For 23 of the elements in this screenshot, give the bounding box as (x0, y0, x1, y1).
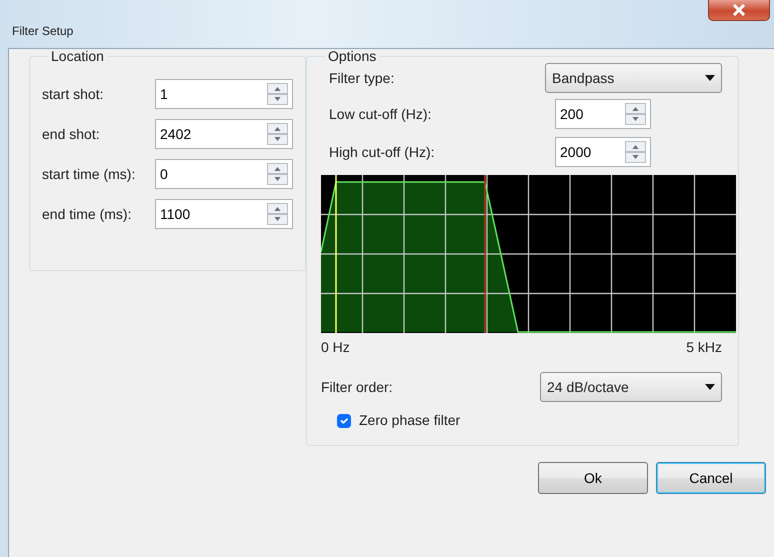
group-title: Options (327, 49, 378, 63)
dialog-button[interactable]: Ok (538, 462, 648, 494)
checkbox-label: Zero phase filter (359, 411, 460, 430)
caret-icon (705, 384, 715, 390)
axis-label: 5 kHz (686, 338, 722, 357)
field-label: Low cut-off (Hz): (329, 104, 432, 124)
close-button[interactable] (708, 0, 770, 21)
field-label: end shot: (42, 124, 101, 144)
field-label: start shot: (42, 84, 104, 104)
axis-label: 0 Hz (321, 338, 350, 357)
checkbox[interactable] (337, 414, 351, 428)
close-icon (732, 4, 746, 16)
dialog-button[interactable]: Cancel (656, 462, 766, 494)
field-label: end time (ms): (42, 204, 132, 224)
field-label: Filter order: (321, 378, 393, 396)
group-title: Location (50, 49, 105, 63)
field-label: start time (ms): (42, 164, 136, 184)
caret-icon (705, 75, 715, 81)
dropdown[interactable]: 24 dB/octave (540, 372, 722, 402)
window-title: Filter Setup (12, 23, 74, 40)
field-label: High cut-off (Hz): (329, 142, 436, 162)
field-label: Filter type: (329, 68, 394, 88)
dropdown[interactable]: Bandpass (545, 63, 722, 93)
